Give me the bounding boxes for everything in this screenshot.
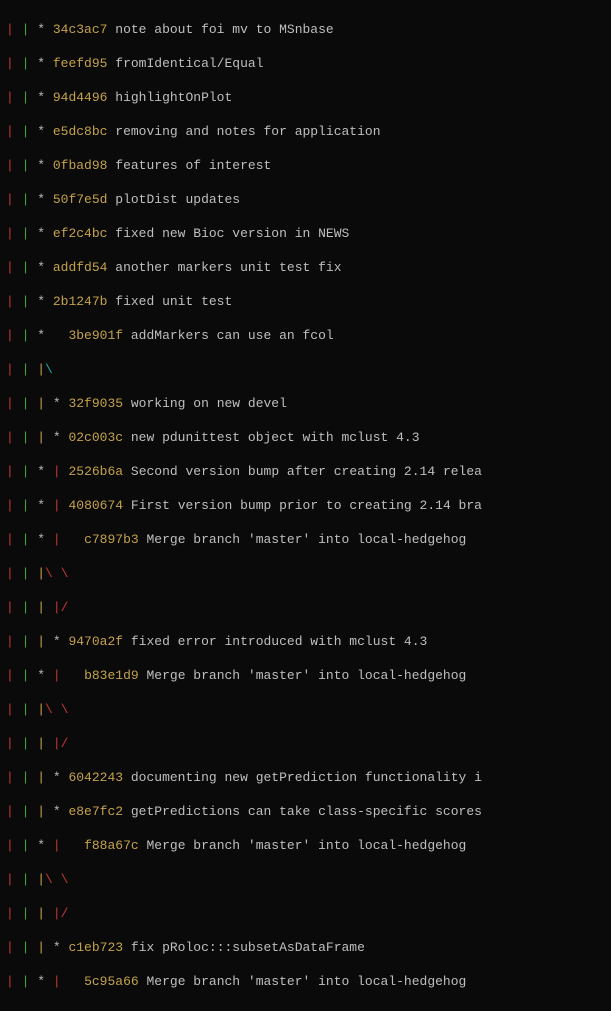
commit-hash: 02c003c [68, 430, 123, 445]
commit-line: | | * 50f7e5d plotDist updates [6, 191, 605, 208]
commit-hash: 5c95a66 [84, 974, 139, 989]
commit-line: | | * addfd54 another markers unit test … [6, 259, 605, 276]
commit-hash: 2526b6a [68, 464, 123, 479]
commit-hash: c1eb723 [68, 940, 123, 955]
commit-hash: ef2c4bc [53, 226, 108, 241]
commit-msg: getPredictions can take class-specific s… [131, 804, 482, 819]
commit-line: | | | * 9470a2f fixed error introduced w… [6, 633, 605, 650]
commit-msg: Merge branch 'master' into local-hedgeho… [146, 974, 466, 989]
commit-hash: f88a67c [84, 838, 139, 853]
commit-msg: fixed new Bioc version in NEWS [115, 226, 349, 241]
commit-line: | | * ef2c4bc fixed new Bioc version in … [6, 225, 605, 242]
graph-line: | | |\ \ [6, 565, 605, 582]
commit-hash: addfd54 [53, 260, 108, 275]
commit-line: | | * 3be901f addMarkers can use an fcol [6, 327, 605, 344]
commit-hash: e5dc8bc [53, 124, 108, 139]
graph-line: | | |\ \ [6, 701, 605, 718]
commit-msg: working on new devel [131, 396, 287, 411]
commit-msg: fixed unit test [115, 294, 232, 309]
commit-line: | | | * 6042243 documenting new getPredi… [6, 769, 605, 786]
commit-hash: 9470a2f [68, 634, 123, 649]
commit-hash: 0fbad98 [53, 158, 108, 173]
commit-line: | | * | c7897b3 Merge branch 'master' in… [6, 531, 605, 548]
commit-msg: fromIdentical/Equal [115, 56, 263, 71]
commit-msg: Second version bump after creating 2.14 … [131, 464, 482, 479]
commit-line: | | | * e8e7fc2 getPredictions can take … [6, 803, 605, 820]
commit-msg: documenting new getPrediction functional… [131, 770, 482, 785]
graph-line: | | | |/ [6, 735, 605, 752]
commit-hash: 34c3ac7 [53, 22, 108, 37]
commit-hash: 94d4496 [53, 90, 108, 105]
commit-hash: b83e1d9 [84, 668, 139, 683]
graph-line: | | | |/ [6, 599, 605, 616]
commit-hash: c7897b3 [84, 532, 139, 547]
commit-hash: 50f7e5d [53, 192, 108, 207]
commit-line: | | * feefd95 fromIdentical/Equal [6, 55, 605, 72]
commit-msg: addMarkers can use an fcol [131, 328, 334, 343]
commit-line: | | * e5dc8bc removing and notes for app… [6, 123, 605, 140]
commit-hash: feefd95 [53, 56, 108, 71]
commit-line: | | | * 32f9035 working on new devel [6, 395, 605, 412]
commit-line: | | * 34c3ac7 note about foi mv to MSnba… [6, 21, 605, 38]
commit-line: | | * 94d4496 highlightOnPlot [6, 89, 605, 106]
commit-line: | | * | b83e1d9 Merge branch 'master' in… [6, 667, 605, 684]
commit-msg: fix pRoloc:::subsetAsDataFrame [131, 940, 365, 955]
commit-msg: Merge branch 'master' into local-hedgeho… [146, 532, 466, 547]
commit-line: | | * 2b1247b fixed unit test [6, 293, 605, 310]
commit-line: | | | * c1eb723 fix pRoloc:::subsetAsDat… [6, 939, 605, 956]
graph-line: | | |\ [6, 361, 605, 378]
commit-msg: new pdunittest object with mclust 4.3 [131, 430, 420, 445]
commit-hash: 3be901f [68, 328, 123, 343]
commit-line: | | * | 2526b6a Second version bump afte… [6, 463, 605, 480]
commit-msg: another markers unit test fix [115, 260, 341, 275]
commit-msg: plotDist updates [115, 192, 240, 207]
commit-line: | | | * 02c003c new pdunittest object wi… [6, 429, 605, 446]
commit-msg: note about foi mv to MSnbase [115, 22, 333, 37]
commit-hash: e8e7fc2 [68, 804, 123, 819]
commit-msg: features of interest [115, 158, 271, 173]
commit-msg: highlightOnPlot [115, 90, 232, 105]
commit-line: | | * | f88a67c Merge branch 'master' in… [6, 837, 605, 854]
git-log-graph-terminal: | | * 34c3ac7 note about foi mv to MSnba… [0, 0, 611, 1011]
graph-line: | | |\ \ [6, 871, 605, 888]
commit-hash: 6042243 [68, 770, 123, 785]
commit-line: | | * | 5c95a66 Merge branch 'master' in… [6, 973, 605, 990]
commit-msg: fixed error introduced with mclust 4.3 [131, 634, 427, 649]
commit-hash: 2b1247b [53, 294, 108, 309]
commit-msg: Merge branch 'master' into local-hedgeho… [146, 838, 466, 853]
commit-msg: removing and notes for application [115, 124, 380, 139]
commit-hash: 4080674 [68, 498, 123, 513]
commit-line: | | * 0fbad98 features of interest [6, 157, 605, 174]
commit-hash: 32f9035 [68, 396, 123, 411]
commit-line: | | * | 4080674 First version bump prior… [6, 497, 605, 514]
graph-line: | | | |/ [6, 905, 605, 922]
commit-msg: First version bump prior to creating 2.1… [131, 498, 482, 513]
commit-msg: Merge branch 'master' into local-hedgeho… [146, 668, 466, 683]
